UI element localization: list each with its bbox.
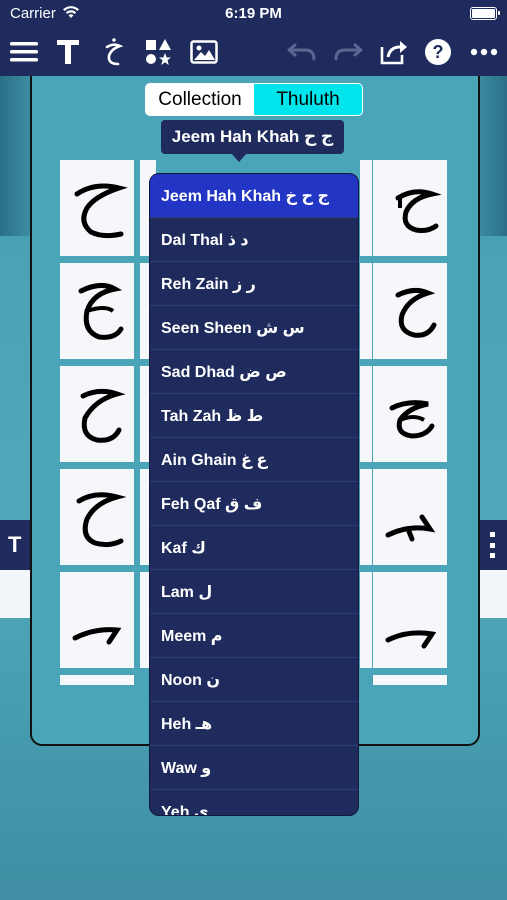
glyph-tile[interactable] [60, 160, 134, 256]
dropdown-item-jeem-hah-khah[interactable]: Jeem Hah Khah ج ح خ [150, 174, 358, 218]
dropdown-item-tah-zah[interactable]: Tah Zah ط ظ [150, 394, 358, 438]
popup-arrow [230, 152, 248, 162]
dropdown-item-ain-ghain[interactable]: Ain Ghain ع غ [150, 438, 358, 482]
help-label: ? [433, 42, 444, 62]
glyph-tile[interactable] [60, 469, 134, 565]
dropdown-item-kaf[interactable]: Kaf ك [150, 526, 358, 570]
dropdown-item-meem[interactable]: Meem م [150, 614, 358, 658]
battery-icon [470, 7, 500, 20]
help-icon[interactable]: ? [420, 34, 456, 70]
letter-group-dropdown[interactable]: Jeem Hah Khah ج ح خ Dal Thal د ذ Reh Zai… [149, 173, 359, 816]
text-icon[interactable] [50, 34, 86, 70]
glyph-tile[interactable] [373, 675, 447, 685]
glyph-tile[interactable] [373, 160, 447, 256]
glyph-tile[interactable] [60, 572, 134, 668]
shapes-icon[interactable] [140, 34, 176, 70]
status-bar: Carrier 6:19 PM [0, 0, 507, 28]
glyph-tile[interactable] [373, 572, 447, 668]
dropdown-item-feh-qaf[interactable]: Feh Qaf ف ق [150, 482, 358, 526]
glyph-tile[interactable] [360, 263, 372, 359]
glyph-tile[interactable] [60, 675, 134, 685]
letter-group-popup-button[interactable]: Jeem Hah Khah ج ح [161, 120, 344, 154]
toolbar: ? [0, 28, 507, 76]
glyph-tile[interactable] [360, 572, 372, 668]
glyph-tile[interactable] [360, 366, 372, 462]
glyph-tile[interactable] [60, 366, 134, 462]
glyph-tile[interactable] [60, 263, 134, 359]
glyph-tile[interactable] [360, 469, 372, 565]
dropdown-item-yeh[interactable]: Yeh ى [150, 790, 358, 816]
glyph-tile[interactable] [373, 263, 447, 359]
segment-thuluth[interactable]: Thuluth [254, 84, 362, 115]
glyph-tile[interactable] [360, 160, 372, 256]
dropdown-item-lam[interactable]: Lam ل [150, 570, 358, 614]
dropdown-item-heh[interactable]: Heh هـ [150, 702, 358, 746]
clock: 6:19 PM [225, 5, 282, 22]
dropdown-item-noon[interactable]: Noon ن [150, 658, 358, 702]
dropdown-item-dal-thal[interactable]: Dal Thal د ذ [150, 218, 358, 262]
text-tool-icon[interactable]: T [8, 532, 21, 558]
glyph-tile[interactable] [373, 366, 447, 462]
segment-collection[interactable]: Collection [146, 84, 254, 115]
dropdown-item-seen-sheen[interactable]: Seen Sheen س ش [150, 306, 358, 350]
dropdown-item-sad-dhad[interactable]: Sad Dhad ص ض [150, 350, 358, 394]
menu-icon[interactable] [6, 34, 42, 70]
share-icon[interactable] [376, 34, 412, 70]
redo-icon[interactable] [330, 34, 366, 70]
image-icon[interactable] [186, 34, 222, 70]
undo-icon[interactable] [284, 34, 320, 70]
collection-segmented-control[interactable]: Collection Thuluth [145, 83, 363, 116]
arabic-letter-icon[interactable] [96, 34, 132, 70]
drag-handle-icon[interactable] [485, 532, 499, 558]
glyph-tile[interactable] [373, 469, 447, 565]
dropdown-item-waw[interactable]: Waw و [150, 746, 358, 790]
dropdown-item-reh-zain[interactable]: Reh Zain ر ز [150, 262, 358, 306]
more-icon[interactable] [466, 34, 502, 70]
